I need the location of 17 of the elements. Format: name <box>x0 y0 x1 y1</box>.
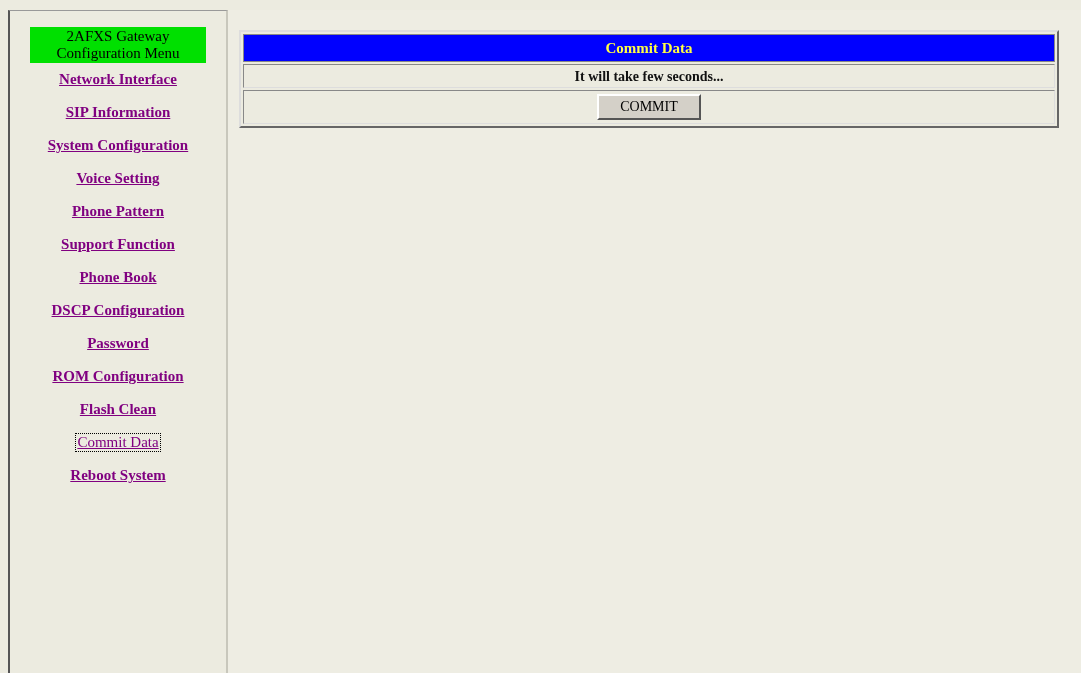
menu-title: 2AFXS Gateway Configuration Menu <box>30 27 206 63</box>
menu-link[interactable]: Flash Clean <box>78 401 158 418</box>
menu-link[interactable]: Phone Pattern <box>70 203 166 220</box>
menu-link[interactable]: SIP Information <box>64 104 172 121</box>
panel-message: It will take few seconds... <box>243 64 1055 88</box>
menu-link[interactable]: System Configuration <box>46 137 190 154</box>
menu-link[interactable]: ROM Configuration <box>51 368 185 385</box>
menu-link[interactable]: Commit Data <box>76 434 160 451</box>
menu-link[interactable]: Reboot System <box>69 467 167 484</box>
menu-link[interactable]: Network Interface <box>58 71 178 88</box>
menu-link[interactable]: Support Function <box>60 236 176 253</box>
menu-link[interactable]: Voice Setting <box>75 170 161 187</box>
panel-title: Commit Data <box>243 34 1055 62</box>
menu-link[interactable]: DSCP Configuration <box>50 302 186 319</box>
commit-button[interactable]: COMMIT <box>597 94 701 120</box>
menu-link[interactable]: Password <box>86 335 150 352</box>
menu-link[interactable]: Phone Book <box>78 269 158 286</box>
